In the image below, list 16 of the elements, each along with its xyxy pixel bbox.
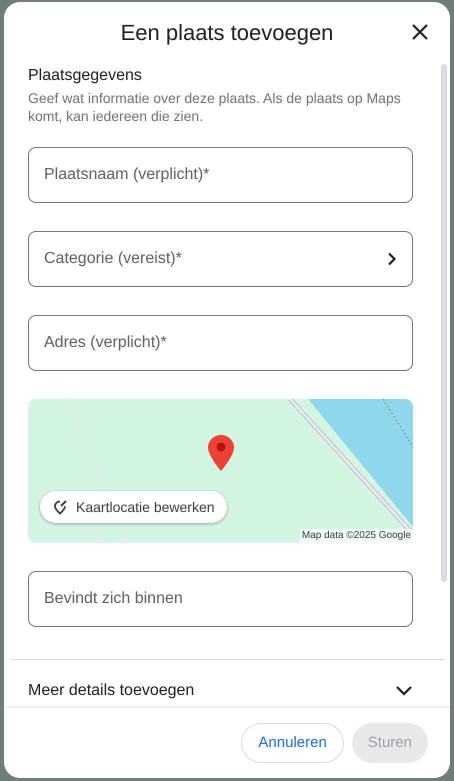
chevron-right-icon xyxy=(387,252,397,266)
input-field[interactable]: Plaatsnaam (verplicht)* xyxy=(28,147,413,203)
edit-location-button[interactable]: Kaartlocatie bewerken xyxy=(40,491,227,523)
section-heading: Plaatsgegevens xyxy=(28,66,143,86)
pin-edit-icon xyxy=(52,499,68,515)
scrollbar[interactable] xyxy=(441,64,447,582)
category-field[interactable]: Categorie (vereist)* xyxy=(28,231,413,287)
chevron-down-icon[interactable] xyxy=(395,685,413,697)
map-attribution: Map data ©2025 Google xyxy=(300,529,413,543)
cancel-button[interactable]: Annuleren xyxy=(241,723,344,763)
input-field[interactable]: Bevindt zich binnen xyxy=(28,571,413,627)
more-details-heading[interactable]: Meer details toevoegen xyxy=(28,679,194,703)
map-pin-icon xyxy=(207,434,235,472)
section-description: Geef wat informatie over deze plaats. Als de plaats op Maps komt, kan iedereen die zien. xyxy=(28,89,402,125)
input-field[interactable]: Adres (verplicht)* xyxy=(28,315,413,371)
dialog-title: Een plaats toevoegen xyxy=(120,18,334,47)
